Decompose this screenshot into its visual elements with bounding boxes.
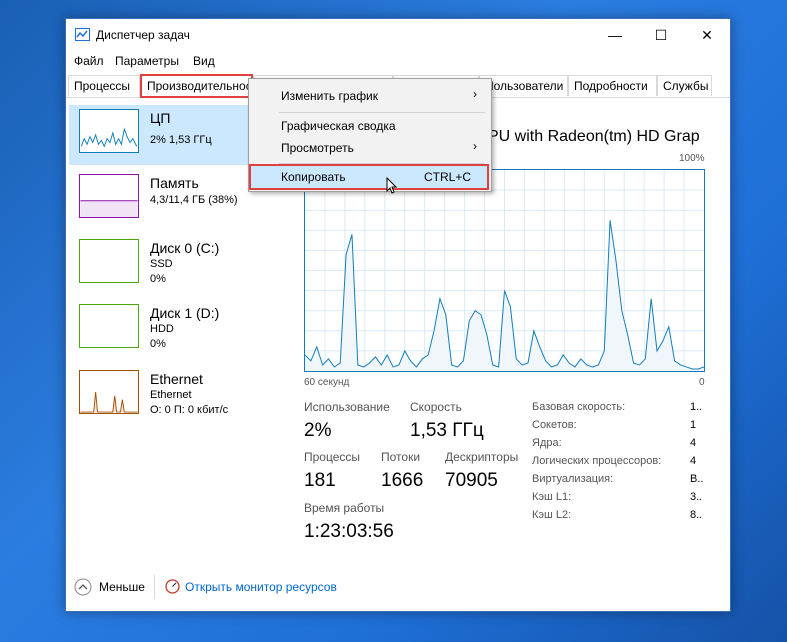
menu-view[interactable]: Вид bbox=[193, 54, 215, 68]
threads-label: Потоки bbox=[381, 450, 421, 464]
menu-item-label: Копировать bbox=[281, 170, 346, 184]
detail-label: Кэш L2: bbox=[532, 509, 572, 521]
graph-min-label: 0 bbox=[699, 377, 705, 388]
menu-item-summary-view[interactable]: Графическая сводка bbox=[251, 115, 487, 137]
sidebar-item-disk1[interactable]: Диск 1 (D:) HDD 0% bbox=[69, 300, 249, 360]
sidebar-item-ethernet[interactable]: Ethernet Ethernet О: 0 П: 0 кбит/с bbox=[69, 366, 249, 426]
title-bar: Диспетчер задач — ☐ ✕ bbox=[66, 19, 730, 51]
sidebar-subtitle: 2% 1,53 ГГц bbox=[150, 134, 212, 146]
menu-item-copy[interactable]: Копировать CTRL+C bbox=[249, 164, 489, 190]
menu-item-shortcut: CTRL+C bbox=[423, 170, 471, 184]
cpu-model-name: PU with Radeon(tm) HD Grap bbox=[488, 128, 700, 145]
detail-value: 3.. bbox=[690, 491, 703, 503]
detail-label: Сокетов: bbox=[532, 419, 577, 431]
menu-file[interactable]: Файл bbox=[74, 54, 104, 68]
resource-monitor-icon[interactable] bbox=[165, 579, 180, 594]
ethernet-mini-graph bbox=[79, 370, 139, 414]
uptime-label: Время работы bbox=[304, 501, 385, 515]
sidebar-value: 0% bbox=[150, 273, 166, 285]
footer-bar: Меньше Открыть монитор ресурсов bbox=[66, 571, 730, 605]
menu-item-view[interactable]: Просмотреть › bbox=[251, 137, 487, 159]
sidebar-item-disk0[interactable]: Диск 0 (C:) SSD 0% bbox=[69, 235, 249, 295]
menu-item-label: Изменить график bbox=[281, 89, 379, 103]
chevron-right-icon: › bbox=[473, 139, 477, 153]
context-menu: Изменить график › Графическая сводка Про… bbox=[248, 78, 492, 194]
graph-max-label: 100% bbox=[679, 153, 705, 164]
cpu-mini-graph bbox=[79, 109, 139, 153]
menu-separator bbox=[279, 163, 485, 164]
window-title: Диспетчер задач bbox=[96, 28, 190, 42]
task-manager-icon bbox=[75, 28, 90, 41]
tab-services[interactable]: Службы bbox=[657, 75, 712, 96]
close-button[interactable]: ✕ bbox=[684, 19, 730, 51]
sidebar-subtitle: 4,3/11,4 ГБ (38%) bbox=[150, 194, 238, 206]
detail-label: Ядра: bbox=[532, 437, 562, 449]
usage-label: Использование bbox=[304, 400, 390, 414]
tab-performance[interactable]: Производительност bbox=[140, 74, 253, 98]
speed-label: Скорость bbox=[410, 400, 462, 414]
sidebar-subtitle: Ethernet bbox=[150, 389, 192, 401]
tab-details[interactable]: Подробности bbox=[568, 75, 657, 96]
sidebar-title: Диск 0 (C:) bbox=[150, 240, 220, 256]
tab-processes[interactable]: Процессы bbox=[68, 75, 140, 96]
sidebar-item-cpu[interactable]: ЦП 2% 1,53 ГГц bbox=[69, 105, 249, 165]
detail-label: Логических процессоров: bbox=[532, 455, 662, 467]
sidebar-title: Память bbox=[150, 175, 199, 191]
menu-item-label: Графическая сводка bbox=[281, 119, 396, 133]
menu-item-change-graph[interactable]: Изменить график › bbox=[251, 85, 487, 107]
uptime-value: 1:23:03:56 bbox=[304, 521, 394, 542]
footer-divider bbox=[154, 575, 155, 599]
mouse-cursor-icon bbox=[386, 177, 398, 194]
tab-users[interactable]: Пользователи bbox=[479, 75, 568, 96]
sidebar-title: Диск 1 (D:) bbox=[150, 305, 220, 321]
sidebar-title: Ethernet bbox=[150, 371, 203, 387]
processes-value: 181 bbox=[304, 470, 336, 491]
sidebar-item-memory[interactable]: Память 4,3/11,4 ГБ (38%) bbox=[69, 170, 249, 230]
detail-value: 8.. bbox=[690, 509, 703, 521]
threads-value: 1666 bbox=[381, 470, 424, 491]
chevron-right-icon: › bbox=[473, 87, 477, 101]
detail-label: Кэш L1: bbox=[532, 491, 572, 503]
chevron-up-icon[interactable] bbox=[74, 578, 92, 596]
fewer-details-button[interactable]: Меньше bbox=[99, 580, 145, 594]
sidebar-value: О: 0 П: 0 кбит/с bbox=[150, 404, 229, 416]
sidebar-value: 0% bbox=[150, 338, 166, 350]
menu-item-label: Просмотреть bbox=[281, 141, 354, 155]
handles-label: Дескрипторы bbox=[445, 450, 519, 464]
handles-value: 70905 bbox=[445, 470, 498, 491]
maximize-button[interactable]: ☐ bbox=[638, 19, 684, 51]
memory-mini-graph bbox=[79, 174, 139, 218]
processes-label: Процессы bbox=[304, 450, 361, 464]
usage-value: 2% bbox=[304, 420, 332, 441]
disk1-mini-graph bbox=[79, 304, 139, 348]
detail-value: 4 bbox=[690, 455, 697, 467]
open-resource-monitor-link[interactable]: Открыть монитор ресурсов bbox=[185, 580, 337, 594]
detail-value: В.. bbox=[690, 473, 704, 485]
minimize-button[interactable]: — bbox=[592, 19, 638, 51]
detail-label: Базовая скорость: bbox=[532, 401, 626, 413]
menu-separator bbox=[279, 112, 485, 113]
cpu-usage-graph bbox=[304, 169, 705, 372]
detail-value: 4 bbox=[690, 437, 697, 449]
disk0-mini-graph bbox=[79, 239, 139, 283]
detail-value: 1.. bbox=[690, 401, 703, 413]
sidebar-subtitle: HDD bbox=[150, 323, 174, 335]
sidebar-title: ЦП bbox=[150, 110, 171, 126]
graph-time-label: 60 секунд bbox=[304, 377, 350, 388]
detail-label: Виртуализация: bbox=[532, 473, 614, 485]
detail-value: 1 bbox=[690, 419, 697, 431]
menu-options[interactable]: Параметры bbox=[115, 54, 179, 68]
speed-value: 1,53 ГГц bbox=[410, 420, 484, 441]
sidebar-subtitle: SSD bbox=[150, 258, 173, 270]
